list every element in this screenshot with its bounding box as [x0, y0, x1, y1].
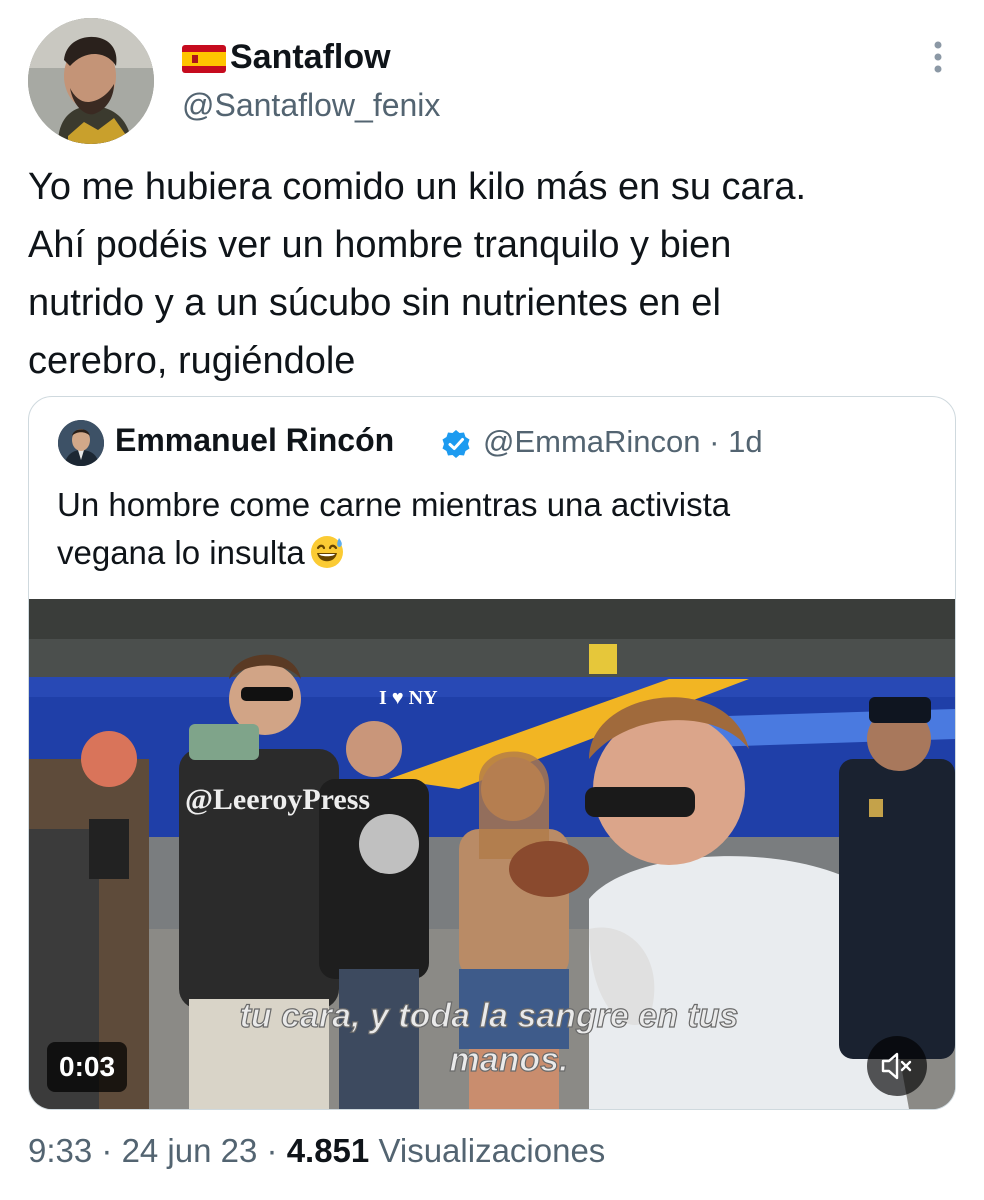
separator: · — [257, 1132, 287, 1169]
quoted-line: vegana lo insulta — [57, 529, 927, 577]
quoted-display-name[interactable]: Emmanuel Rincón — [115, 422, 394, 459]
author-display-name[interactable]: Santaflow — [230, 38, 391, 77]
quoted-tweet-card[interactable]: Emmanuel Rincón @EmmaRincon · 1d Un homb… — [28, 396, 956, 1110]
grinning-sweat-emoji-icon — [310, 536, 343, 568]
video-caption-line: manos. — [449, 1041, 568, 1079]
quoted-line: Un hombre come carne mientras una activi… — [57, 486, 731, 523]
video-watermark: @LeeroyPress — [185, 783, 370, 816]
tweet-line: nutrido y a un súcubo sin nutrientes en … — [28, 282, 721, 324]
speaker-muted-icon — [881, 1052, 912, 1080]
quoted-handle-line[interactable]: @EmmaRincon · 1d — [483, 424, 763, 460]
quoted-author-avatar[interactable] — [58, 420, 104, 466]
tweet-line: Yo me hubiera comido un kilo más en su c… — [28, 166, 807, 208]
spain-flag-icon — [182, 45, 226, 73]
tweet-line: Ahí podéis ver un hombre tranquilo y bie… — [28, 224, 732, 266]
mute-button[interactable] — [867, 1036, 927, 1096]
tweet-line: cerebro, rugiéndole — [28, 340, 356, 382]
quoted-handle[interactable]: @EmmaRincon — [483, 424, 701, 459]
tweet-text: Yo me hubiera comido un kilo más en su c… — [28, 158, 958, 390]
verified-badge-icon — [442, 430, 470, 458]
video-player[interactable]: @LeeroyPress I ♥ NY tu cara, y toda la s… — [29, 599, 955, 1109]
video-caption-line: tu cara, y toda la sangre en tus — [240, 997, 739, 1035]
tweet-time[interactable]: 9:33 — [28, 1132, 92, 1169]
quoted-text: Un hombre come carne mientras una activi… — [57, 481, 927, 577]
views-label[interactable]: Visualizaciones — [369, 1132, 605, 1169]
bus-text: I ♥ NY — [379, 687, 438, 709]
more-options-icon[interactable] — [926, 40, 950, 74]
quoted-age[interactable]: 1d — [728, 424, 762, 459]
separator: · — [709, 424, 720, 459]
quoted-line-text: vegana lo insulta — [57, 534, 305, 571]
tweet-meta: 9:33 · 24 jun 23 · 4.851 Visualizaciones — [28, 1132, 605, 1170]
separator: · — [92, 1132, 122, 1169]
video-duration-badge: 0:03 — [47, 1042, 128, 1092]
tweet-date[interactable]: 24 jun 23 — [122, 1132, 258, 1169]
author-avatar[interactable] — [28, 18, 154, 144]
author-handle[interactable]: @Santaflow_fenix — [182, 87, 440, 124]
views-count[interactable]: 4.851 — [287, 1132, 370, 1169]
